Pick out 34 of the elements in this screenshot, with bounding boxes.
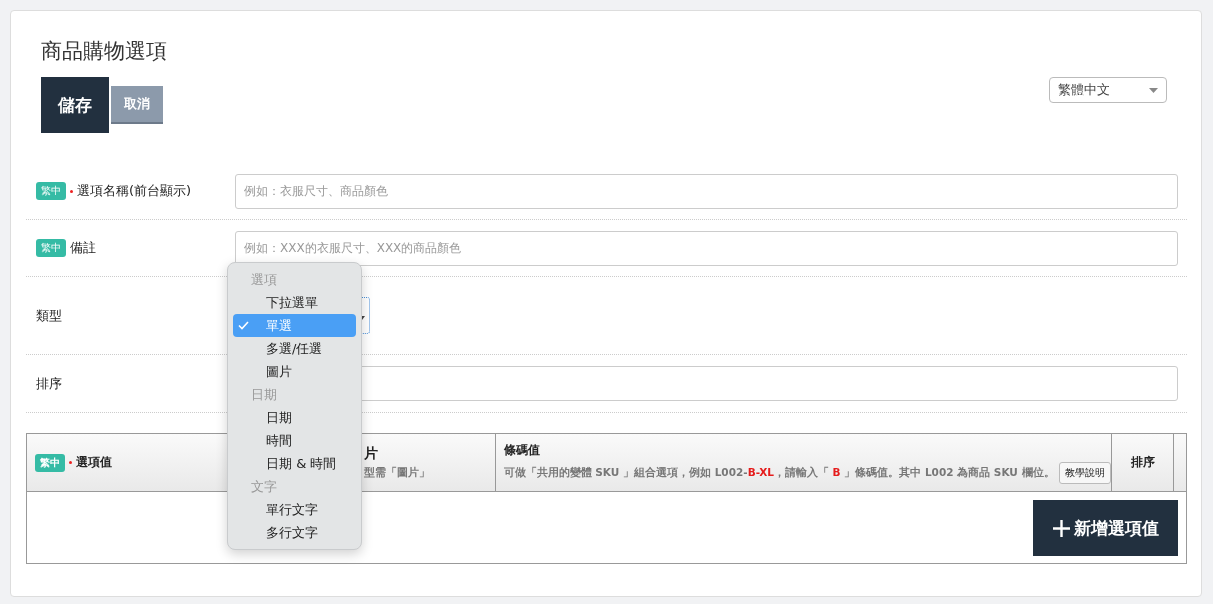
language-tag: 繁中	[36, 182, 66, 200]
menu-option[interactable]: 時間	[233, 429, 356, 452]
menu-group-heading: 選項	[250, 271, 278, 289]
add-option-button[interactable]: 新增選項值	[1033, 500, 1178, 556]
field-label: 排序	[36, 374, 62, 393]
menu-option[interactable]: 日期	[233, 406, 356, 429]
column-header: 選項值	[76, 454, 112, 471]
column-header: 條碼值	[503, 441, 541, 459]
menu-group-heading: 文字	[250, 478, 278, 496]
check-icon	[238, 321, 249, 330]
column-note: 可做「共用的變體 SKU 」組合選項，例如 L002-B-XL，請輸入「 B 」條碼值。其中 L002 為商品 SKU 欄位。	[503, 465, 1055, 480]
menu-option[interactable]: 多行文字	[233, 521, 356, 544]
language-tag: 繁中	[35, 453, 65, 472]
input-field[interactable]: 例如：衣服尺寸、商品顏色	[235, 173, 1178, 209]
menu-option[interactable]: 圖片	[233, 360, 356, 383]
input-field[interactable]: 例如：XXX的衣服尺寸、XXX的商品顏色	[235, 230, 1178, 266]
page-title: 商品購物選項	[41, 38, 167, 65]
menu-option[interactable]: 下拉選單	[233, 291, 356, 314]
menu-group-heading: 日期	[250, 386, 278, 404]
field-label: 類型	[36, 306, 62, 325]
column-header: 片	[364, 445, 380, 463]
field-label: 選項名稱(前台顯示)	[77, 182, 192, 200]
column-header: 排序	[1130, 454, 1155, 471]
plus-icon	[1052, 519, 1070, 537]
caret-icon	[1149, 87, 1158, 93]
tutorial-button[interactable]: 教學說明	[1058, 461, 1111, 484]
field-label: 備註	[70, 239, 96, 257]
menu-option[interactable]: 單行文字	[233, 498, 356, 521]
column-note: 型需「圖片」	[364, 466, 431, 480]
menu-option[interactable]: 多選/任選	[233, 337, 356, 360]
menu-option[interactable]: 日期 & 時間	[233, 452, 356, 475]
language-tag: 繁中	[36, 239, 66, 257]
language-select[interactable]: 繁體中文	[1049, 77, 1167, 103]
save-button[interactable]: 儲存	[41, 77, 109, 133]
